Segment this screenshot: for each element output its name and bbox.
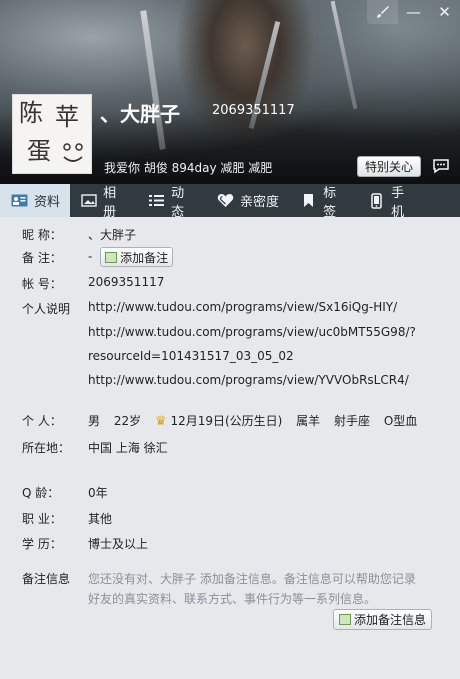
brush-icon[interactable] [367,0,398,24]
avatar-doodle-icon [63,143,83,162]
window-controls: — ✕ [367,0,460,26]
avatar-text: 苹 [55,103,79,131]
personal-desc-line: http://www.tudou.com/programs/view/uc0bM… [88,325,416,339]
banner-sword-image [330,0,358,110]
tab-label: 相册 [103,185,117,220]
edit-icon [105,251,118,263]
job-value: 其他 [88,512,113,526]
bookmark-icon [300,193,317,209]
edit-icon [339,614,351,625]
tab-profile[interactable]: 资料 [0,184,70,217]
add-remark-button[interactable]: 添加备注 [100,247,174,267]
tab-label: 亲密度 [240,195,280,210]
remark-label: 备 注： [22,251,62,265]
tab-mobile[interactable]: 手机 [358,184,426,220]
remark-info-text: 好友的真实资料、联系方式、事件行为等一系列信息。 [88,592,377,606]
nickname-value: 、大胖子 [88,228,137,242]
close-button[interactable]: ✕ [429,0,460,24]
profile-nickname: 、大胖子 [100,102,180,126]
remark-info-label: 备注信息 [22,572,71,586]
add-remark-label: 添加备注 [120,250,169,265]
education-value: 博士及以上 [88,537,149,551]
nickname-label: 昵 称： [22,228,62,242]
avatar[interactable]: 陈 苹 蛋 [12,94,92,174]
account-label: 帐 号： [22,277,62,291]
crown-icon: ♛ [154,414,167,429]
id-card-icon [10,193,28,209]
profile-details-panel: 昵 称： 、大胖子 备 注： - 添加备注 帐 号： 2069351117 个人… [0,217,460,679]
remark-info-text: 您还没有对、大胖子 添加备注信息。备注信息可以帮助您记录 [88,572,416,586]
location-label: 所在地： [22,441,71,455]
avatar-text: 蛋 [27,137,51,165]
tab-label: 手机 [391,185,405,220]
add-remark-info-label: 添加备注信息 [354,613,427,627]
chat-bubble-icon[interactable] [431,156,450,175]
phone-icon [368,192,385,209]
education-label: 学 历： [22,537,62,551]
profile-qq-number: 2069351117 [212,103,295,118]
tab-tags[interactable]: 标签 [290,184,358,220]
person-info-values: 男 22岁 ♛ 12月19日(公历生日) 属羊 射手座 O型血 [88,412,417,429]
tab-feed[interactable]: 动态 [138,184,206,220]
special-care-button[interactable]: 特别关心 [357,156,421,177]
add-remark-info-button[interactable]: 添加备注信息 [333,609,433,630]
personal-desc-label: 个人说明 [22,302,71,316]
account-value: 2069351117 [88,275,165,289]
photo-icon [80,193,97,209]
tab-intimacy[interactable]: 亲密度 [206,184,290,217]
tab-label: 资料 [34,195,61,210]
personal-desc-line: resourceId=101431517_03_05_02 [88,349,294,363]
gender-value: 男 [88,414,101,428]
tab-album[interactable]: 相册 [70,184,138,220]
remark-value-group: - 添加备注 [88,247,174,267]
personal-desc-line: http://www.tudou.com/programs/view/YVVOb… [88,373,409,387]
person-label: 个 人： [22,414,62,428]
minimize-button[interactable]: — [398,0,429,24]
heart-icon [216,193,234,209]
tab-label: 动态 [171,185,185,220]
qage-label: Q 龄： [22,486,60,500]
list-icon [148,193,165,209]
birthday-value: 12月19日(公历生日) [170,414,283,428]
avatar-text: 陈 [19,99,43,127]
personal-desc-line: http://www.tudou.com/programs/view/Sx16i… [88,300,398,314]
zodiac-value: 属羊 [296,414,321,428]
job-label: 职 业： [22,512,62,526]
age-value: 22岁 [113,414,142,428]
profile-tabs: 资料 相册 动态 亲密度 标签 手机 [0,184,460,220]
qage-value: 0年 [88,486,108,500]
profile-signature: 我爱你 胡俊 894day 减肥 减肥 [104,161,273,175]
constellation-value: 射手座 [334,414,371,428]
tab-label: 标签 [323,185,337,220]
blood-type-value: O型血 [383,414,418,428]
location-value: 中国 上海 徐汇 [88,441,168,455]
remark-value: - [88,249,93,264]
